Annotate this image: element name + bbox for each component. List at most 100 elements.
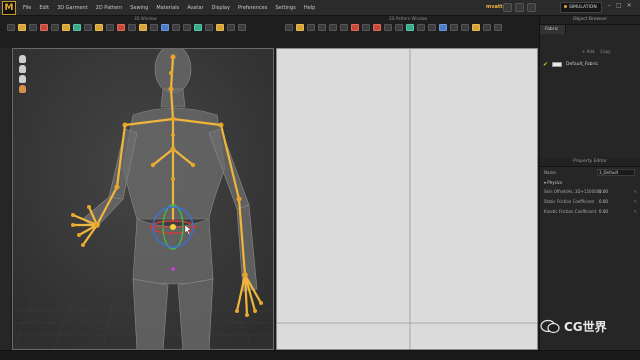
transform-pattern-icon[interactable] [285,24,293,31]
object-browser-panel: Object Browser Fabric + Add Copy ✔ Defau… [539,16,640,158]
wechat-icon [540,319,560,334]
prop-name-row: Name 3_Default [544,168,638,177]
trim-tool-icon[interactable] [172,24,180,31]
edit-curve-icon[interactable] [307,24,315,31]
fabric-swatch [552,61,563,67]
dart-tool-icon[interactable] [362,24,370,31]
2d-texture-icon[interactable] [450,24,458,31]
zipper-tool-icon[interactable] [150,24,158,31]
move-tool-icon[interactable] [18,24,26,31]
pattern-grid [277,49,537,349]
menu-help[interactable]: Help [300,0,319,16]
circle-tool-icon[interactable] [340,24,348,31]
menu-2d-pattern[interactable]: 2D Pattern [92,0,127,16]
status-bar [0,350,640,360]
layout-icon[interactable] [515,3,524,12]
left-tool-strip [0,48,11,350]
segment-sewing-icon[interactable] [373,24,381,31]
simulate-icon[interactable] [73,24,81,31]
checkmark-icon: ✔ [543,60,549,68]
menu-edit[interactable]: Edit [35,0,53,16]
menu-settings[interactable]: Settings [271,0,300,16]
select-tool-icon[interactable] [7,24,15,31]
avatar-skin-icon[interactable] [19,85,26,93]
view-xray-icon[interactable] [238,24,246,31]
edit-pattern-icon[interactable] [296,24,304,31]
avatar-scene [13,49,273,349]
view-avatar-icon[interactable] [216,24,224,31]
prop-row-skin-offset: Skin Offset(Hs, 3D+150000) 0.00 ✎ [544,187,638,196]
menu-file[interactable]: File [19,0,35,16]
physics-section-header[interactable]: ▾ Physics [544,178,638,187]
avatar-tool-icon[interactable] [84,24,92,31]
clo-app-window: { "app": {"logo_letter": "M", "brand": "… [0,0,640,360]
gear-icon[interactable] [527,3,536,12]
free-sewing-icon[interactable] [384,24,392,31]
menu-display[interactable]: Display [208,0,234,16]
edit-pencil-icon[interactable]: ✎ [634,197,637,206]
menu-preferences[interactable]: Preferences [234,0,271,16]
add-fabric-button[interactable]: + Add [582,49,594,54]
tack-tool-icon[interactable] [40,24,48,31]
view-wireframe-icon[interactable] [205,24,213,31]
edit-pencil-icon[interactable]: ✎ [634,207,637,216]
internal-line-icon[interactable] [351,24,359,31]
check-sewing-icon[interactable] [395,24,403,31]
avatar-body-icon[interactable] [19,75,26,83]
2d-measure-icon[interactable] [483,24,491,31]
maximize-icon[interactable]: □ [616,2,622,9]
prop-value-input[interactable]: 0.00 [599,197,608,206]
tab-fabric[interactable]: Fabric [540,25,566,34]
menu-avatar[interactable]: Avatar [183,0,207,16]
2d-trace-icon[interactable] [472,24,480,31]
2d-pattern-viewport[interactable] [276,48,538,350]
view-shaded-icon[interactable] [194,24,202,31]
2d-window-title: 2D Pattern Window [389,16,428,21]
fold-tool-icon[interactable] [29,24,37,31]
texture-tool-icon[interactable] [117,24,125,31]
notch-tool-icon[interactable] [417,24,425,31]
menu-sewing[interactable]: Sewing [126,0,152,16]
simulation-mode-button[interactable]: SIMULATION [560,2,602,13]
rectangle-tool-icon[interactable] [329,24,337,31]
prop-row-static-friction: Static Friction Coefficient 0.00 ✎ [544,197,638,206]
user-icon[interactable] [503,3,512,12]
seam-allowance-icon[interactable] [428,24,436,31]
2d-graphic-icon[interactable] [461,24,469,31]
avatar-face-icon[interactable] [19,65,26,73]
prop-row-kinetic-friction: Kinetic Friction Coefficient 0.00 ✎ [544,207,638,216]
puckering-tool-icon[interactable] [161,24,169,31]
3d-toolbar [4,22,274,42]
avatar-head-icon[interactable] [19,55,26,63]
grain-line-icon[interactable] [439,24,447,31]
pin-tool-icon[interactable] [51,24,59,31]
view-skeleton-icon[interactable] [227,24,235,31]
measure-tool-icon[interactable] [62,24,70,31]
menu-bar: M File Edit 3D Garment 2D Pattern Sewing… [0,0,640,16]
brush-tool-icon[interactable] [106,24,114,31]
3d-viewport[interactable] [12,48,274,350]
edit-pencil-icon[interactable]: ✎ [634,187,637,196]
menu-3d-garment[interactable]: 3D Garment [53,0,92,16]
minimize-icon[interactable]: – [608,2,611,9]
polygon-tool-icon[interactable] [318,24,326,31]
arrangement-tool-icon[interactable] [95,24,103,31]
fabric-list-item[interactable]: ✔ Default_Fabric [543,59,638,69]
close-icon[interactable]: ✕ [627,2,632,9]
mode-indicator-icon [564,5,567,8]
prop-value-input[interactable]: 0.00 [599,187,608,196]
watermark: CG世界 [540,318,607,335]
fabric-name: Default_Fabric [566,61,599,67]
copy-fabric-button[interactable]: Copy [600,49,610,54]
menu-materials[interactable]: Materials [152,0,183,16]
view-front-icon[interactable] [183,24,191,31]
app-logo-icon: M [2,0,16,15]
2d-annotation-icon[interactable] [494,24,502,31]
fold-arrangement-icon[interactable] [406,24,414,31]
object-browser-title: Object Browser [540,16,640,25]
physics-label: Physics [547,180,563,185]
watermark-text: CG世界 [564,320,607,334]
prop-value-input[interactable]: 0.00 [599,207,608,216]
graphic-tool-icon[interactable] [128,24,136,31]
button-tool-icon[interactable] [139,24,147,31]
